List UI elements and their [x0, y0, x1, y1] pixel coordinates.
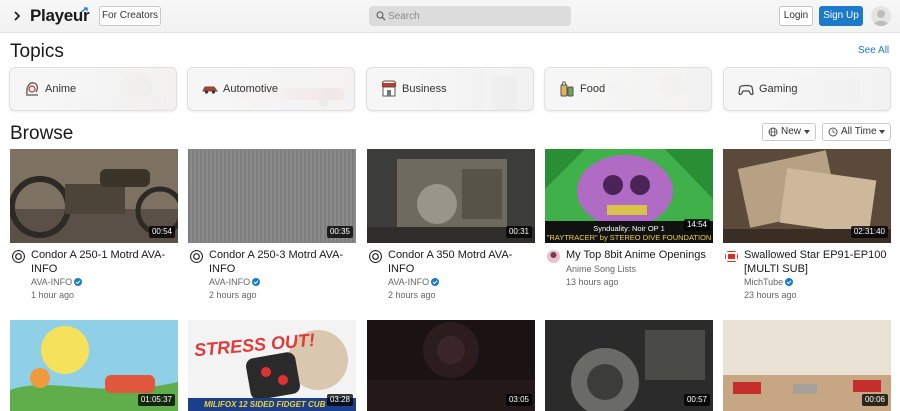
video-card[interactable]: 02:31:40 Swallowed Star EP91-EP100 [MULT…: [723, 149, 891, 309]
channel-avatar-icon[interactable]: [725, 250, 738, 263]
avatar-icon[interactable]: [871, 6, 891, 26]
verified-icon: [431, 278, 440, 286]
channel-name[interactable]: AVA-INFO: [31, 277, 83, 288]
clock-icon: [828, 127, 838, 137]
topic-label: Food: [580, 83, 606, 95]
login-button[interactable]: Login: [779, 6, 813, 26]
video-title[interactable]: Condor A 250-1 Motrd AVA-INFO: [31, 248, 178, 276]
video-card[interactable]: 00:31 Condor A 350 Motrd AVA-INFO AVA-IN…: [367, 149, 535, 309]
video-card[interactable]: 00:35 Condor A 250-3 Motrd AVA-INFO AVA-…: [188, 149, 356, 309]
channel-avatar-icon[interactable]: [369, 250, 382, 263]
search-input[interactable]: [388, 6, 568, 26]
video-title[interactable]: Condor A 350 Motrd AVA-INFO: [388, 248, 535, 276]
search-icon: [376, 11, 386, 21]
video-card[interactable]: 03:05: [367, 320, 535, 411]
chevron-down-icon: [879, 130, 885, 134]
store-icon: [381, 80, 397, 97]
video-thumbnail[interactable]: 01:05:37: [10, 320, 178, 411]
gamepad-icon: [738, 84, 754, 96]
chevron-down-icon: [804, 130, 810, 134]
topics-heading: Topics: [10, 41, 64, 62]
sort-label: New: [781, 126, 802, 137]
see-all-link[interactable]: See All: [858, 45, 889, 56]
topic-card-business[interactable]: Business: [366, 67, 534, 111]
topic-label: Gaming: [759, 83, 798, 95]
video-duration: 00:54: [148, 226, 175, 238]
logo-mark-icon: [81, 7, 88, 13]
video-thumbnail[interactable]: 00:31: [367, 149, 535, 243]
topic-label: Anime: [45, 83, 77, 95]
channel-name[interactable]: MichTube: [744, 277, 794, 288]
video-duration: 00:31: [505, 226, 532, 238]
chevron-right-icon[interactable]: [10, 8, 24, 24]
verified-icon: [252, 278, 261, 286]
video-upload-time: 2 hours ago: [209, 290, 257, 300]
video-duration: 14:54: [683, 219, 710, 231]
video-card[interactable]: 00:54 Condor A 250-1 Motrd AVA-INFO AVA-…: [10, 149, 178, 309]
video-duration: 00:57: [683, 394, 710, 406]
video-upload-time: 2 hours ago: [388, 290, 436, 300]
time-label: All Time: [841, 126, 877, 137]
topic-card-food[interactable]: Food: [544, 67, 712, 111]
sort-dropdown[interactable]: New: [762, 123, 816, 141]
channel-name[interactable]: AVA-INFO: [209, 277, 261, 288]
for-creators-button[interactable]: For Creators: [99, 6, 161, 26]
video-title[interactable]: Swallowed Star EP91-EP100 [MULTI SUB]: [744, 248, 891, 276]
verified-icon: [74, 278, 83, 286]
time-dropdown[interactable]: All Time: [822, 123, 891, 141]
video-thumbnail[interactable]: Synduality: Noir OP 1 "RAYTRACER" by STE…: [545, 149, 713, 243]
channel-avatar-icon[interactable]: [547, 250, 560, 263]
video-thumbnail[interactable]: STRESS OUT! MILIFOX 12 SIDED FIDGET CUB …: [188, 320, 356, 411]
verified-icon: [785, 278, 794, 286]
video-duration: 03:28: [326, 394, 353, 406]
channel-avatar-icon[interactable]: [190, 250, 203, 263]
thumbnail-caption: "RAYTRACER" by STEREO DIVE FOUNDATION: [546, 233, 712, 242]
globe-icon: [768, 127, 778, 137]
video-card[interactable]: 00:06: [723, 320, 891, 411]
topic-label: Business: [402, 83, 447, 95]
video-card[interactable]: Synduality: Noir OP 1 "RAYTRACER" by STE…: [545, 149, 713, 309]
video-upload-time: 1 hour ago: [31, 290, 75, 300]
video-card[interactable]: 00:57: [545, 320, 713, 411]
video-duration: 01:05:37: [137, 394, 175, 406]
video-duration: 03:05: [505, 394, 532, 406]
video-upload-time: 13 hours ago: [566, 277, 619, 287]
topic-card-automotive[interactable]: Automotive: [187, 67, 355, 111]
video-duration: 02:31:40: [850, 226, 888, 238]
video-title[interactable]: My Top 8bit Anime Openings: [566, 248, 713, 262]
car-icon: [202, 86, 218, 94]
video-duration: 00:06: [861, 394, 888, 406]
anime-icon: [26, 82, 38, 96]
sign-up-button[interactable]: Sign Up: [819, 6, 863, 26]
video-thumbnail[interactable]: 03:05: [367, 320, 535, 411]
topic-label: Automotive: [223, 83, 279, 95]
video-duration: 00:35: [326, 226, 353, 238]
topic-card-anime[interactable]: Anime: [9, 67, 177, 111]
topic-card-gaming[interactable]: Gaming: [723, 67, 891, 111]
video-thumbnail[interactable]: 02:31:40: [723, 149, 891, 243]
video-card[interactable]: 01:05:37: [10, 320, 178, 411]
video-thumbnail[interactable]: 00:54: [10, 149, 178, 243]
video-thumbnail[interactable]: 00:35: [188, 149, 356, 243]
video-thumbnail[interactable]: 00:57: [545, 320, 713, 411]
video-thumbnail[interactable]: 00:06: [723, 320, 891, 411]
search-box[interactable]: [369, 6, 571, 26]
video-card[interactable]: STRESS OUT! MILIFOX 12 SIDED FIDGET CUB …: [188, 320, 356, 411]
video-upload-time: 23 hours ago: [744, 290, 797, 300]
channel-name[interactable]: AVA-INFO: [388, 277, 440, 288]
channel-avatar-icon[interactable]: [12, 250, 25, 263]
top-bar: Playeur For Creators Login Sign Up: [0, 0, 900, 33]
thumbnail-caption: MILIFOX 12 SIDED FIDGET CUB: [204, 400, 326, 409]
video-title[interactable]: Condor A 250-3 Motrd AVA-INFO: [209, 248, 356, 276]
food-icon: [560, 81, 574, 97]
topics-row: Anime Automotive Business Food Gaming: [9, 67, 891, 111]
channel-name[interactable]: Anime Song Lists: [566, 264, 636, 275]
browse-heading: Browse: [10, 123, 74, 144]
